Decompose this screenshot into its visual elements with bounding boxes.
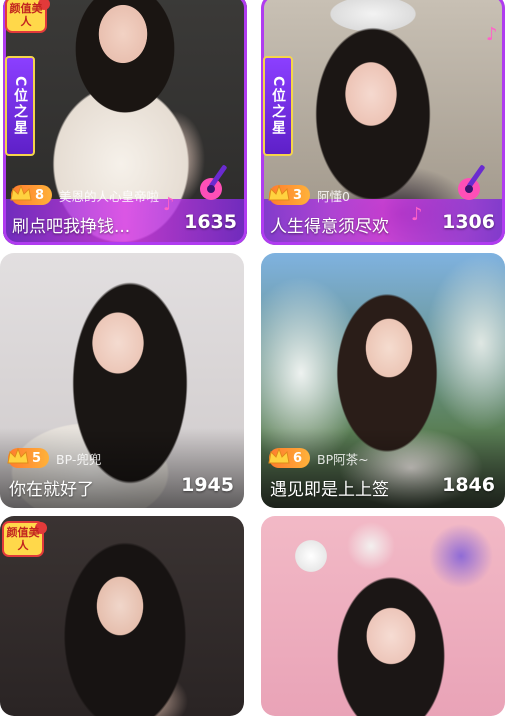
viewer-count: 1945 bbox=[181, 474, 234, 496]
rank-badge: 3 阿懂0 bbox=[268, 184, 350, 206]
stream-card-2[interactable]: C位之星 ♪ ♪ 3 阿懂0 人生得意须尽欢 1306 bbox=[261, 0, 505, 245]
stream-title: 人生得意须尽欢 bbox=[270, 217, 389, 237]
music-note-icon: ♪ bbox=[411, 204, 423, 225]
viewer-count: 1635 bbox=[184, 211, 237, 233]
stream-title: 遇见即是上上签 bbox=[270, 480, 389, 500]
crown-icon bbox=[7, 447, 29, 464]
rank-badge: 8 美恩的人心皇帝啦 bbox=[10, 184, 160, 206]
rank-number: 3 bbox=[293, 187, 303, 203]
rank-number: 8 bbox=[35, 187, 45, 203]
crown-icon bbox=[268, 184, 290, 201]
host-name: BP阿茶~ bbox=[317, 451, 369, 467]
stream-thumbnail bbox=[261, 516, 505, 716]
host-name: 美恩的人心皇帝啦 bbox=[59, 188, 160, 204]
c-position-star-ribbon: C位之星 bbox=[263, 56, 293, 156]
host-name: BP-兜兜 bbox=[56, 451, 102, 467]
stream-title: 你在就好了 bbox=[9, 480, 94, 500]
stream-card-3[interactable]: 5 BP-兜兜 你在就好了 1945 bbox=[0, 253, 244, 508]
rank-badge: 5 BP-兜兜 bbox=[7, 447, 102, 469]
stream-card-1[interactable]: 颜值美人 C位之星 ♪ 8 美恩的人心皇帝啦 刷点吧我挣钱... 1635 bbox=[3, 0, 247, 245]
host-name: 阿懂0 bbox=[317, 188, 350, 204]
music-note-icon: ♪ bbox=[163, 194, 175, 215]
rank-number: 5 bbox=[32, 450, 42, 466]
viewer-count: 1306 bbox=[442, 211, 495, 233]
beauty-badge-text: 颜值美人 bbox=[6, 526, 40, 552]
guitar-icon bbox=[200, 165, 227, 200]
rank-number: 6 bbox=[293, 450, 303, 466]
stream-card-6[interactable] bbox=[261, 516, 505, 716]
c-position-star-ribbon: C位之星 bbox=[5, 56, 35, 156]
stream-card-5[interactable]: 颜值美人 bbox=[0, 516, 244, 716]
guitar-icon bbox=[458, 165, 485, 200]
music-note-icon: ♪ bbox=[486, 24, 498, 45]
beauty-badge-text: 颜值美人 bbox=[9, 2, 43, 28]
viewer-count: 1846 bbox=[442, 474, 495, 496]
stream-card-4[interactable]: 6 BP阿茶~ 遇见即是上上签 1846 bbox=[261, 253, 505, 508]
crown-icon bbox=[10, 184, 32, 201]
crown-icon bbox=[268, 447, 290, 464]
stream-title: 刷点吧我挣钱... bbox=[12, 217, 131, 237]
rank-badge: 6 BP阿茶~ bbox=[268, 447, 369, 469]
